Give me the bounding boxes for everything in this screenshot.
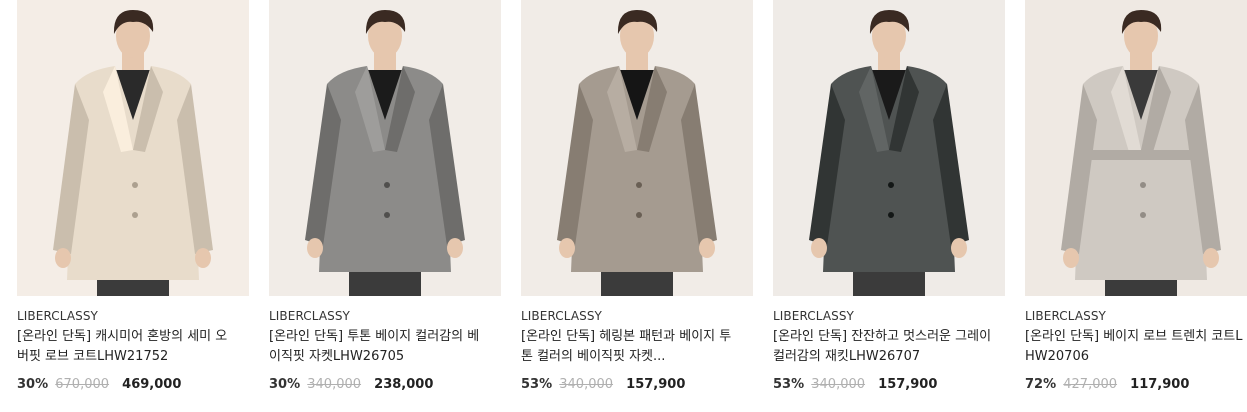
garment-button [1140, 182, 1146, 188]
product-image[interactable] [269, 0, 501, 296]
trousers [853, 270, 925, 296]
model-photo [521, 0, 753, 296]
garment-button [132, 212, 138, 218]
garment-button [636, 212, 642, 218]
model-hand-left [811, 238, 827, 258]
garment-button [888, 212, 894, 218]
model-hand-right [195, 248, 211, 268]
model-hand-right [951, 238, 967, 258]
product-grid: LIBERCLASSY [온라인 단독] 캐시미어 혼방의 세미 오버핏 로브 … [0, 0, 1247, 412]
price-row: 30% 670,000 469,000 [17, 377, 249, 393]
trousers [349, 270, 421, 296]
original-price: 427,000 [1063, 377, 1118, 392]
sale-price: 469,000 [122, 377, 182, 392]
product-image[interactable] [1025, 0, 1247, 296]
garment-belt [1077, 150, 1205, 160]
product-image[interactable] [773, 0, 1005, 296]
discount-rate: 53% [521, 377, 553, 392]
model-hand-left [559, 238, 575, 258]
garment-button [132, 182, 138, 188]
product-title[interactable]: [온라인 단독] 베이지 로브 트렌치 코트LHW20706 [1025, 327, 1247, 367]
price-row: 53% 340,000 157,900 [521, 377, 753, 393]
product-card[interactable]: LIBERCLASSY [온라인 단독] 베이지 로브 트렌치 코트LHW207… [1025, 0, 1247, 393]
trousers [601, 270, 673, 296]
discount-rate: 30% [17, 377, 49, 392]
product-card[interactable]: LIBERCLASSY [온라인 단독] 투톤 베이지 컬러감의 베이직핏 자켓… [269, 0, 501, 393]
product-image[interactable] [521, 0, 753, 296]
product-title[interactable]: [온라인 단독] 투톤 베이지 컬러감의 베이직핏 자켓LHW26705 [269, 327, 501, 367]
model-hand-right [1203, 248, 1219, 268]
product-card[interactable]: LIBERCLASSY [온라인 단독] 캐시미어 혼방의 세미 오버핏 로브 … [17, 0, 249, 393]
product-brand: LIBERCLASSY [1025, 309, 1106, 323]
model-hand-right [447, 238, 463, 258]
product-brand: LIBERCLASSY [521, 309, 602, 323]
original-price: 670,000 [55, 377, 110, 392]
model-hand-left [307, 238, 323, 258]
price-row: 30% 340,000 238,000 [269, 377, 501, 393]
original-price: 340,000 [307, 377, 362, 392]
product-brand: LIBERCLASSY [17, 309, 98, 323]
model-photo [269, 0, 501, 296]
original-price: 340,000 [811, 377, 866, 392]
garment-button [1140, 212, 1146, 218]
model-hand-right [699, 238, 715, 258]
model-photo [773, 0, 1005, 296]
garment-button [888, 182, 894, 188]
product-brand: LIBERCLASSY [773, 309, 854, 323]
garment-button [384, 182, 390, 188]
price-row: 72% 427,000 117,900 [1025, 377, 1247, 393]
sale-price: 157,900 [878, 377, 938, 392]
sale-price: 238,000 [374, 377, 434, 392]
product-title[interactable]: [온라인 단독] 잔잔하고 멋스러운 그레이 컬러감의 재킷LHW26707 [773, 327, 1005, 367]
original-price: 340,000 [559, 377, 614, 392]
product-brand: LIBERCLASSY [269, 309, 350, 323]
product-image[interactable] [17, 0, 249, 296]
discount-rate: 72% [1025, 377, 1057, 392]
discount-rate: 53% [773, 377, 805, 392]
model-photo [1025, 0, 1247, 296]
model-photo [17, 0, 249, 296]
garment-button [636, 182, 642, 188]
price-row: 53% 340,000 157,900 [773, 377, 1005, 393]
product-title[interactable]: [온라인 단독] 캐시미어 혼방의 세미 오버핏 로브 코트LHW21752 [17, 327, 249, 367]
garment-button [384, 212, 390, 218]
product-card[interactable]: LIBERCLASSY [온라인 단독] 헤링본 패턴과 베이지 투톤 컬러의 … [521, 0, 753, 393]
model-hand-left [1063, 248, 1079, 268]
model-hand-left [55, 248, 71, 268]
sale-price: 117,900 [1130, 377, 1190, 392]
sale-price: 157,900 [626, 377, 686, 392]
product-title[interactable]: [온라인 단독] 헤링본 패턴과 베이지 투톤 컬러의 베이직핏 자켓... [521, 327, 753, 367]
discount-rate: 30% [269, 377, 301, 392]
product-card[interactable]: LIBERCLASSY [온라인 단독] 잔잔하고 멋스러운 그레이 컬러감의 … [773, 0, 1005, 393]
